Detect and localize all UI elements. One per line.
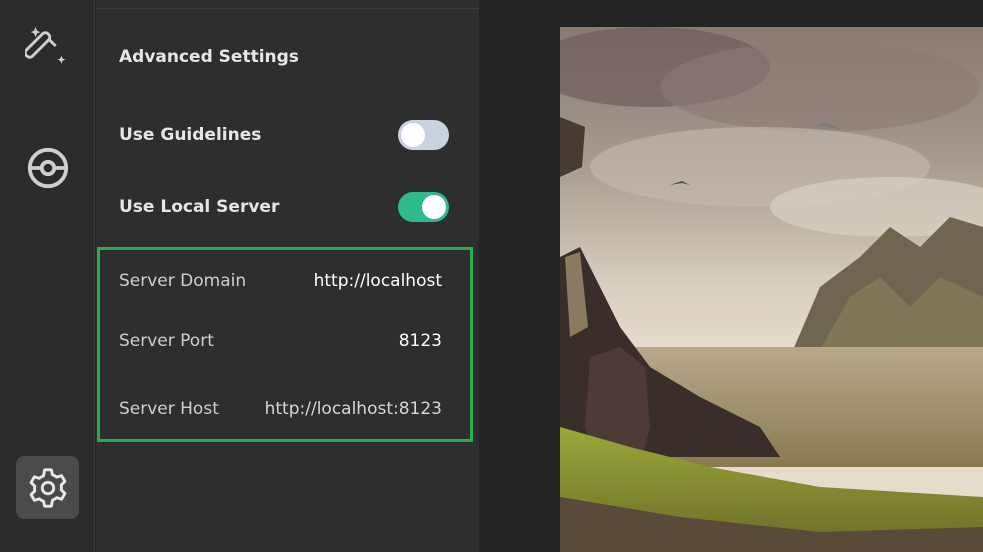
use-guidelines-label: Use Guidelines [119,125,262,145]
server-port-value[interactable]: 8123 [399,331,442,351]
server-port-row: Server Port 8123 [119,331,442,351]
toggle-knob [422,195,446,219]
landscape-image [560,27,983,552]
divider [96,8,479,9]
use-guidelines-toggle[interactable] [398,120,449,150]
magic-wand-button[interactable] [16,14,79,77]
use-local-server-row: Use Local Server [119,191,449,223]
pokeball-button[interactable] [16,136,79,199]
server-domain-value[interactable]: http://localhost [314,271,442,291]
settings-button[interactable] [16,456,79,519]
use-guidelines-row: Use Guidelines [119,119,449,151]
use-local-server-toggle[interactable] [398,192,449,222]
server-domain-row: Server Domain http://localhost [119,271,442,291]
server-host-value: http://localhost:8123 [264,399,442,419]
server-domain-label: Server Domain [119,271,247,291]
server-host-row: Server Host http://localhost:8123 [119,399,442,419]
server-host-label: Server Host [119,399,219,419]
magic-wand-icon [24,26,65,64]
gear-icon [29,467,66,508]
pokeball-icon [27,147,68,188]
use-local-server-label: Use Local Server [119,197,280,217]
panel-title: Advanced Settings [119,47,299,67]
toggle-knob [401,123,425,147]
server-port-label: Server Port [119,331,214,351]
icon-rail [0,0,95,552]
